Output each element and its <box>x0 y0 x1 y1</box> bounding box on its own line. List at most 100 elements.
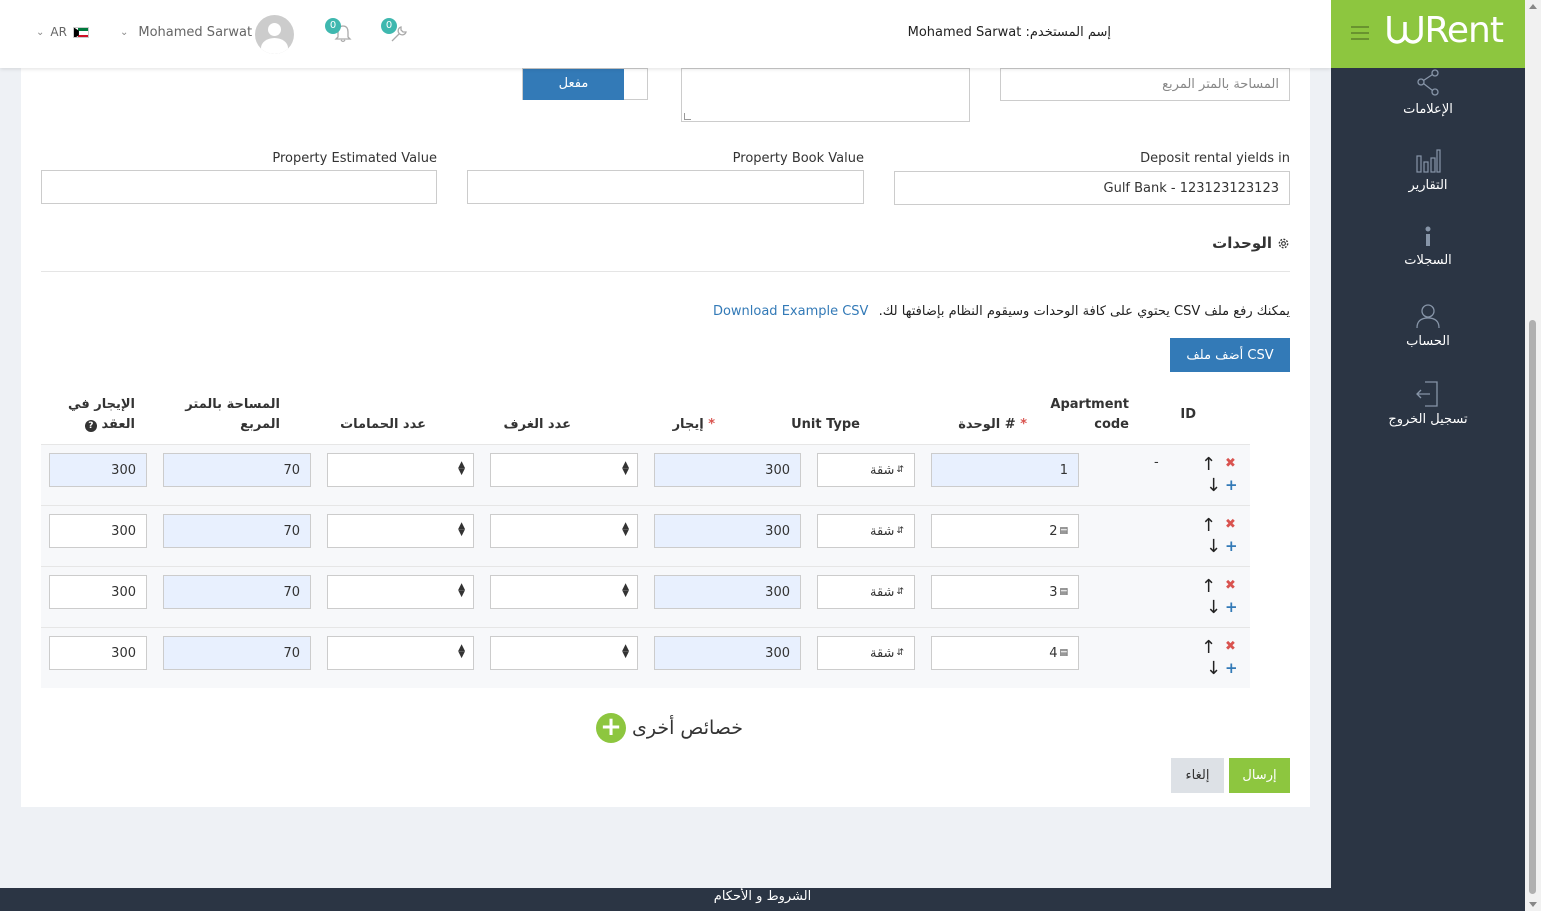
sidebar-item-reports[interactable]: التقارير <box>1331 148 1525 193</box>
select-arrows-icon: ▲ ▼ <box>458 643 465 660</box>
arrow-up-icon[interactable]: ↑ <box>1201 637 1216 658</box>
send-button[interactable]: إرسال <box>1229 758 1290 793</box>
area-input[interactable]: 70 <box>163 514 311 548</box>
delete-row-icon[interactable]: ✖ <box>1225 639 1236 654</box>
unit-number-input[interactable]: 4 ▤ <box>931 636 1079 670</box>
th-apartment-code: Apartment code <box>1050 397 1129 432</box>
sidebar-item-logs[interactable]: السجلات <box>1331 225 1525 268</box>
estimated-value-input[interactable] <box>41 170 437 204</box>
scroll-up-arrow[interactable] <box>1529 4 1537 9</box>
rooms-select[interactable]: ▲ ▼ <box>490 453 638 487</box>
scroll-thumb[interactable] <box>1529 320 1536 894</box>
area-input[interactable]: 70 <box>163 453 311 487</box>
info-icon <box>1425 226 1431 246</box>
rent-input[interactable]: 300 <box>654 575 801 609</box>
units-section-title: الوحدات <box>1212 234 1290 252</box>
active-toggle[interactable]: مفعل <box>522 68 648 100</box>
add-row-icon[interactable]: + <box>1225 476 1238 494</box>
estimated-value-label: Property Estimated Value <box>272 151 437 166</box>
delete-row-icon[interactable]: ✖ <box>1225 578 1236 593</box>
chevron-down-icon: ⌄ <box>36 26 45 38</box>
contract-rent-input[interactable]: 300 <box>49 453 147 487</box>
unit-number-input[interactable]: 2 ▤ <box>931 514 1079 548</box>
delete-row-icon[interactable]: ✖ <box>1225 456 1236 471</box>
select-arrows-icon: ⇵ <box>896 648 904 658</box>
book-value-input[interactable] <box>467 170 864 204</box>
unit-type-select[interactable]: شقة ⇵ <box>817 453 915 487</box>
arrow-up-icon[interactable]: ↑ <box>1201 454 1216 475</box>
bathrooms-select[interactable]: ▲ ▼ <box>327 575 474 609</box>
add-row-icon[interactable]: + <box>1225 598 1238 616</box>
logo[interactable]: Rent <box>1385 10 1504 51</box>
property-form-panel: المساحة بالمتر المربع مفعل Deposit renta… <box>21 68 1310 807</box>
deposit-select[interactable]: Gulf Bank - 123123123123 <box>894 171 1290 205</box>
th-rooms: عدد الغرف <box>503 417 571 432</box>
rooms-select[interactable]: ▲ ▼ <box>490 575 638 609</box>
profile-menu[interactable]: ⌄ Mohamed Sarwat <box>120 25 252 40</box>
bathrooms-select[interactable]: ▲ ▼ <box>327 636 474 670</box>
arrow-up-icon[interactable]: ↑ <box>1201 515 1216 536</box>
sidebar-item-notifications[interactable]: الإعلامات <box>1331 68 1525 117</box>
arrow-down-icon[interactable]: ↓ <box>1206 597 1221 618</box>
chevron-down-icon: ⌄ <box>120 27 129 38</box>
rooms-select[interactable]: ▲ ▼ <box>490 636 638 670</box>
avatar[interactable] <box>255 15 294 54</box>
unit-type-select[interactable]: شقة ⇵ <box>817 514 915 548</box>
select-arrows-icon: ▲ ▼ <box>458 460 465 477</box>
sidebar-nav: الإعلامات التقارير السجلات الحساب تسجيل … <box>1331 68 1525 911</box>
footer-terms-link[interactable]: الشروط و الأحكام <box>0 888 1525 911</box>
add-csv-button[interactable]: أضف ملف CSV <box>1170 338 1290 372</box>
select-arrows-icon: ▲ ▼ <box>622 582 629 599</box>
contract-rent-input[interactable]: 300 <box>49 636 147 670</box>
download-example-csv-link[interactable]: Download Example CSV <box>713 304 869 319</box>
select-arrows-icon: ▲ ▼ <box>622 643 629 660</box>
tools-button[interactable]: 0 <box>381 18 411 48</box>
area-input[interactable]: 70 <box>163 575 311 609</box>
arrow-up-icon[interactable]: ↑ <box>1201 576 1216 597</box>
contact-card-icon: ▤ <box>1059 648 1068 658</box>
arrow-down-icon[interactable]: ↓ <box>1206 536 1221 557</box>
username-display: إسم المستخدم: Mohamed Sarwat <box>907 25 1111 40</box>
contract-rent-input[interactable]: 300 <box>49 575 147 609</box>
row-controls: ↑ ↓ ✖ + <box>1201 454 1238 504</box>
unit-type-select[interactable]: شقة ⇵ <box>817 636 915 670</box>
add-row-icon[interactable]: + <box>1225 659 1238 677</box>
help-icon[interactable]: ? <box>84 420 97 432</box>
plus-circle-icon: + <box>596 713 626 743</box>
rent-input[interactable]: 300 <box>654 636 801 670</box>
page-scrollbar[interactable] <box>1525 0 1541 911</box>
unit-type-select[interactable]: شقة ⇵ <box>817 575 915 609</box>
description-textarea[interactable] <box>681 68 970 122</box>
row-controls: ↑ ↓ ✖ + <box>1201 637 1238 687</box>
add-row-icon[interactable]: + <box>1225 537 1238 555</box>
select-arrows-icon: ▲ ▼ <box>622 521 629 538</box>
notifications-button[interactable]: 0 <box>325 18 355 48</box>
unit-number-input[interactable]: 1 <box>931 453 1079 487</box>
area-input[interactable]: 70 <box>163 636 311 670</box>
more-features-button[interactable]: + خصائص أخرى <box>596 713 743 743</box>
arrow-down-icon[interactable]: ↓ <box>1206 475 1221 496</box>
language-switcher[interactable]: ⌄ AR <box>36 25 89 39</box>
contract-rent-input[interactable]: 300 <box>49 514 147 548</box>
cancel-button[interactable]: إلغاء <box>1171 758 1224 793</box>
sidebar-item-logout[interactable]: تسجيل الخروج <box>1331 380 1525 427</box>
bathrooms-select[interactable]: ▲ ▼ <box>327 514 474 548</box>
rooms-select[interactable]: ▲ ▼ <box>490 514 638 548</box>
csv-instructions: يمكنك رفع ملف CSV يحتوي على كافة الوحدات… <box>712 304 1290 319</box>
sidebar-item-account[interactable]: الحساب <box>1331 302 1525 349</box>
select-arrows-icon: ⇵ <box>896 526 904 536</box>
arrow-down-icon[interactable]: ↓ <box>1206 658 1221 679</box>
book-value-label: Property Book Value <box>732 151 864 166</box>
bathrooms-select[interactable]: ▲ ▼ <box>327 453 474 487</box>
profile-name: Mohamed Sarwat <box>138 25 253 40</box>
delete-row-icon[interactable]: ✖ <box>1225 517 1236 532</box>
hamburger-menu-icon[interactable] <box>1351 26 1369 40</box>
rent-input[interactable]: 300 <box>654 453 801 487</box>
unit-number-input[interactable]: 3 ▤ <box>931 575 1079 609</box>
resize-grip[interactable] <box>684 113 691 120</box>
kuwait-flag-icon <box>72 26 89 38</box>
scroll-down-arrow[interactable] <box>1529 902 1537 907</box>
select-arrows-icon: ⇵ <box>896 587 904 597</box>
rent-input[interactable]: 300 <box>654 514 801 548</box>
area-input[interactable]: المساحة بالمتر المربع <box>1000 68 1290 101</box>
